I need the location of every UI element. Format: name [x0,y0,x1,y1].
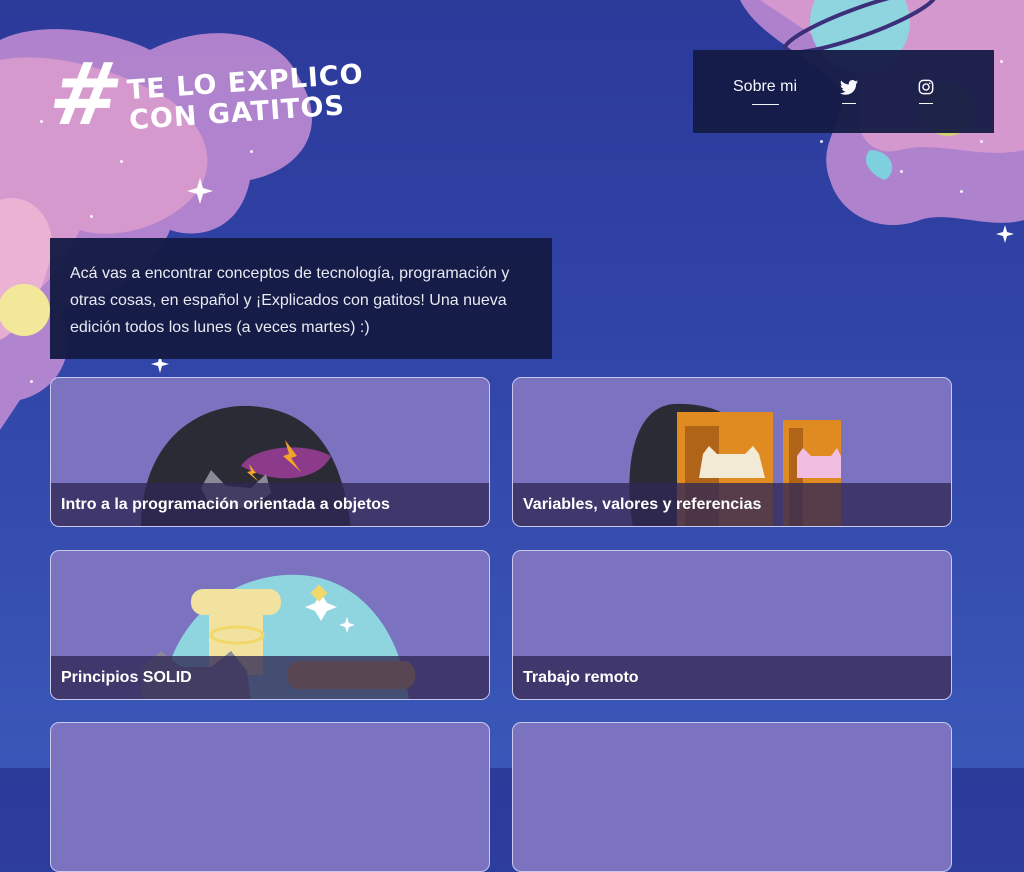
logo-text: TE LO EXPLICO CON GATITOS [126,59,367,136]
post-card[interactable]: Variables, valores y referencias [512,377,952,527]
card-title: Intro a la programación orientada a obje… [51,483,489,526]
post-card[interactable] [50,722,490,872]
post-card[interactable]: Trabajo remoto [512,550,952,700]
intro-text-box: Acá vas a encontrar conceptos de tecnolo… [50,238,552,359]
nav-underline [842,102,856,104]
post-card[interactable] [512,722,952,872]
instagram-icon [918,79,934,95]
top-navigation: Sobre mi [693,50,994,133]
card-title: Principios SOLID [51,656,489,699]
site-logo[interactable]: # TE LO EXPLICO CON GATITOS [43,45,367,145]
nav-about-link[interactable]: Sobre mi [733,50,797,133]
nav-twitter-link[interactable] [840,50,858,133]
nav-underline [919,103,933,104]
logo-hash: # [42,45,130,145]
post-card[interactable]: Intro a la programación orientada a obje… [50,377,490,527]
card-title: Variables, valores y referencias [513,483,951,526]
intro-text: Acá vas a encontrar conceptos de tecnolo… [70,265,510,336]
card-title: Trabajo remoto [513,656,951,699]
nav-about-label: Sobre mi [733,78,798,95]
nav-instagram-link[interactable] [918,50,934,133]
twitter-icon [840,79,858,95]
nav-underline [751,104,779,105]
post-card[interactable]: Principios SOLID [50,550,490,700]
